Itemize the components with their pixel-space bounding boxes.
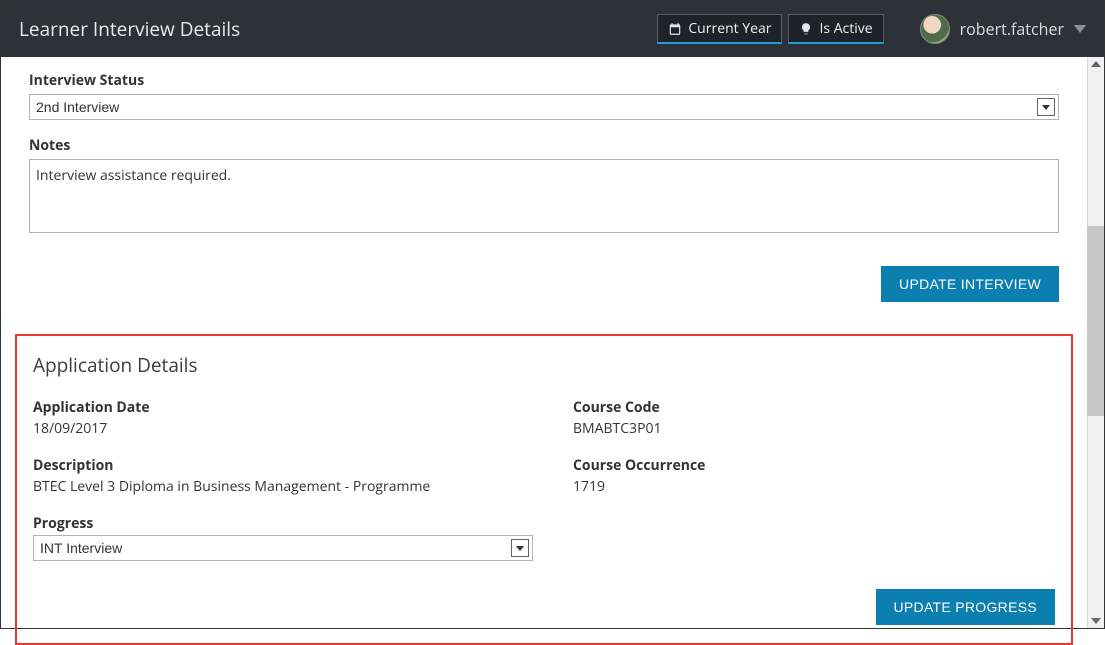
- header-actions: Current Year Is Active robert.fatcher: [657, 14, 1086, 44]
- filter-is-active-label: Is Active: [819, 19, 872, 38]
- filter-current-year-label: Current Year: [688, 19, 771, 38]
- chevron-down-icon: [1074, 25, 1086, 33]
- notes-label: Notes: [29, 136, 1059, 155]
- interview-card: Interview Status Notes UPDATE INTERVIEW: [15, 57, 1073, 320]
- notes-field: Notes: [29, 136, 1059, 238]
- main-content: Interview Status Notes UPDATE INTERVIEW …: [1, 57, 1087, 628]
- progress-select[interactable]: [33, 535, 533, 561]
- user-menu[interactable]: robert.fatcher: [920, 14, 1086, 44]
- course-code-label: Course Code: [573, 398, 1055, 417]
- course-occurrence-label: Course Occurrence: [573, 456, 1055, 475]
- description-label: Description: [33, 456, 533, 475]
- filter-current-year[interactable]: Current Year: [657, 14, 782, 44]
- application-date-label: Application Date: [33, 398, 533, 417]
- page-title: Learner Interview Details: [19, 16, 240, 42]
- scroll-down-icon[interactable]: [1091, 618, 1101, 624]
- scroll-up-icon[interactable]: [1091, 61, 1101, 67]
- scroll-thumb[interactable]: [1087, 226, 1104, 416]
- course-code-field: Course Code BMABTC3P01: [573, 398, 1055, 438]
- filter-is-active[interactable]: Is Active: [788, 14, 883, 44]
- progress-field: Progress: [33, 514, 533, 561]
- application-date-value: 18/09/2017: [33, 419, 533, 438]
- bulb-icon: [799, 22, 813, 36]
- avatar: [920, 14, 950, 44]
- course-occurrence-value: 1719: [573, 477, 1055, 496]
- application-date-field: Application Date 18/09/2017: [33, 398, 533, 438]
- username-label: robert.fatcher: [960, 18, 1064, 40]
- update-interview-button[interactable]: UPDATE INTERVIEW: [881, 266, 1059, 302]
- interview-status-select[interactable]: [29, 94, 1059, 120]
- calendar-icon: [668, 22, 682, 36]
- application-section-title: Application Details: [33, 352, 1055, 378]
- app-header: Learner Interview Details Current Year I…: [1, 1, 1104, 57]
- progress-label: Progress: [33, 514, 533, 533]
- description-value: BTEC Level 3 Diploma in Business Managem…: [33, 477, 533, 496]
- description-field: Description BTEC Level 3 Diploma in Busi…: [33, 456, 533, 496]
- notes-textarea[interactable]: [29, 159, 1059, 233]
- update-progress-button[interactable]: UPDATE PROGRESS: [876, 589, 1056, 625]
- interview-status-field: Interview Status: [29, 71, 1059, 120]
- course-code-value: BMABTC3P01: [573, 419, 1055, 438]
- course-occurrence-field: Course Occurrence 1719: [573, 456, 1055, 496]
- application-details-card: Application Details Application Date 18/…: [15, 334, 1073, 645]
- interview-status-label: Interview Status: [29, 71, 1059, 90]
